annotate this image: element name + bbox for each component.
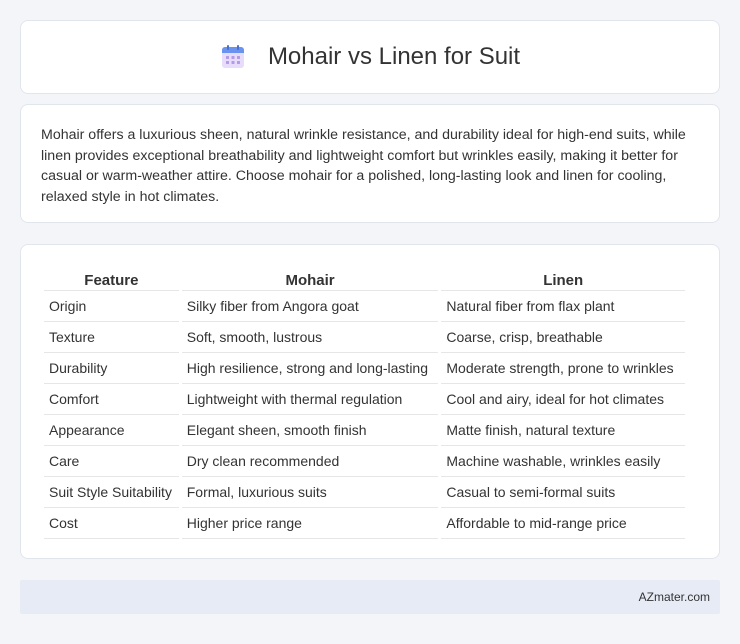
comparison-table: Feature Mohair Linen Origin Silky fiber … xyxy=(41,265,688,539)
table-row: Suit Style Suitability Formal, luxurious… xyxy=(44,477,685,508)
linen-cell: Matte finish, natural texture xyxy=(441,415,685,446)
linen-cell: Cool and airy, ideal for hot climates xyxy=(441,384,685,415)
feature-cell: Cost xyxy=(44,508,179,539)
feature-cell: Origin xyxy=(44,291,179,322)
description-text: Mohair offers a luxurious sheen, natural… xyxy=(41,127,686,205)
column-header-feature: Feature xyxy=(44,265,179,291)
linen-cell: Affordable to mid-range price xyxy=(441,508,685,539)
mohair-cell: Elegant sheen, smooth finish xyxy=(181,415,439,446)
mohair-cell: High resilience, strong and long-lasting xyxy=(181,353,439,384)
table-row: Comfort Lightweight with thermal regulat… xyxy=(44,384,685,415)
feature-cell: Suit Style Suitability xyxy=(44,477,179,508)
table-row: Appearance Elegant sheen, smooth finish … xyxy=(44,415,685,446)
table-row: Origin Silky fiber from Angora goat Natu… xyxy=(44,291,685,322)
mohair-cell: Dry clean recommended xyxy=(181,446,439,477)
page-title: Mohair vs Linen for Suit xyxy=(267,43,521,70)
mohair-cell: Lightweight with thermal regulation xyxy=(181,384,439,415)
table-row: Durability High resilience, strong and l… xyxy=(44,353,685,384)
table-row: Texture Soft, smooth, lustrous Coarse, c… xyxy=(44,322,685,353)
column-header-linen: Linen xyxy=(441,265,685,291)
linen-cell: Casual to semi-formal suits xyxy=(441,477,685,508)
description-card: Mohair offers a luxurious sheen, natural… xyxy=(20,104,720,223)
feature-cell: Appearance xyxy=(44,415,179,446)
mohair-cell: Higher price range xyxy=(181,508,439,539)
footer: AZmater.com xyxy=(20,580,720,614)
linen-cell: Moderate strength, prone to wrinkles xyxy=(441,353,685,384)
table-row: Cost Higher price range Affordable to mi… xyxy=(44,508,685,539)
feature-cell: Texture xyxy=(44,322,179,353)
linen-cell: Machine washable, wrinkles easily xyxy=(441,446,685,477)
title-card: Mohair vs Linen for Suit xyxy=(20,20,720,94)
linen-cell: Coarse, crisp, breathable xyxy=(441,322,685,353)
feature-cell: Durability xyxy=(44,353,179,384)
column-header-mohair: Mohair xyxy=(181,265,439,291)
title-wrap: Mohair vs Linen for Suit xyxy=(220,43,520,71)
feature-cell: Care xyxy=(44,446,179,477)
mohair-cell: Formal, luxurious suits xyxy=(181,477,439,508)
table-row: Care Dry clean recommended Machine washa… xyxy=(44,446,685,477)
mohair-cell: Soft, smooth, lustrous xyxy=(181,322,439,353)
linen-cell: Natural fiber from flax plant xyxy=(441,291,685,322)
table-header-row: Feature Mohair Linen xyxy=(44,265,685,291)
feature-cell: Comfort xyxy=(44,384,179,415)
footer-site-link[interactable]: AZmater.com xyxy=(639,590,710,604)
comparison-card: Feature Mohair Linen Origin Silky fiber … xyxy=(20,244,720,559)
mohair-cell: Silky fiber from Angora goat xyxy=(181,291,439,322)
calendar-icon xyxy=(221,45,244,68)
